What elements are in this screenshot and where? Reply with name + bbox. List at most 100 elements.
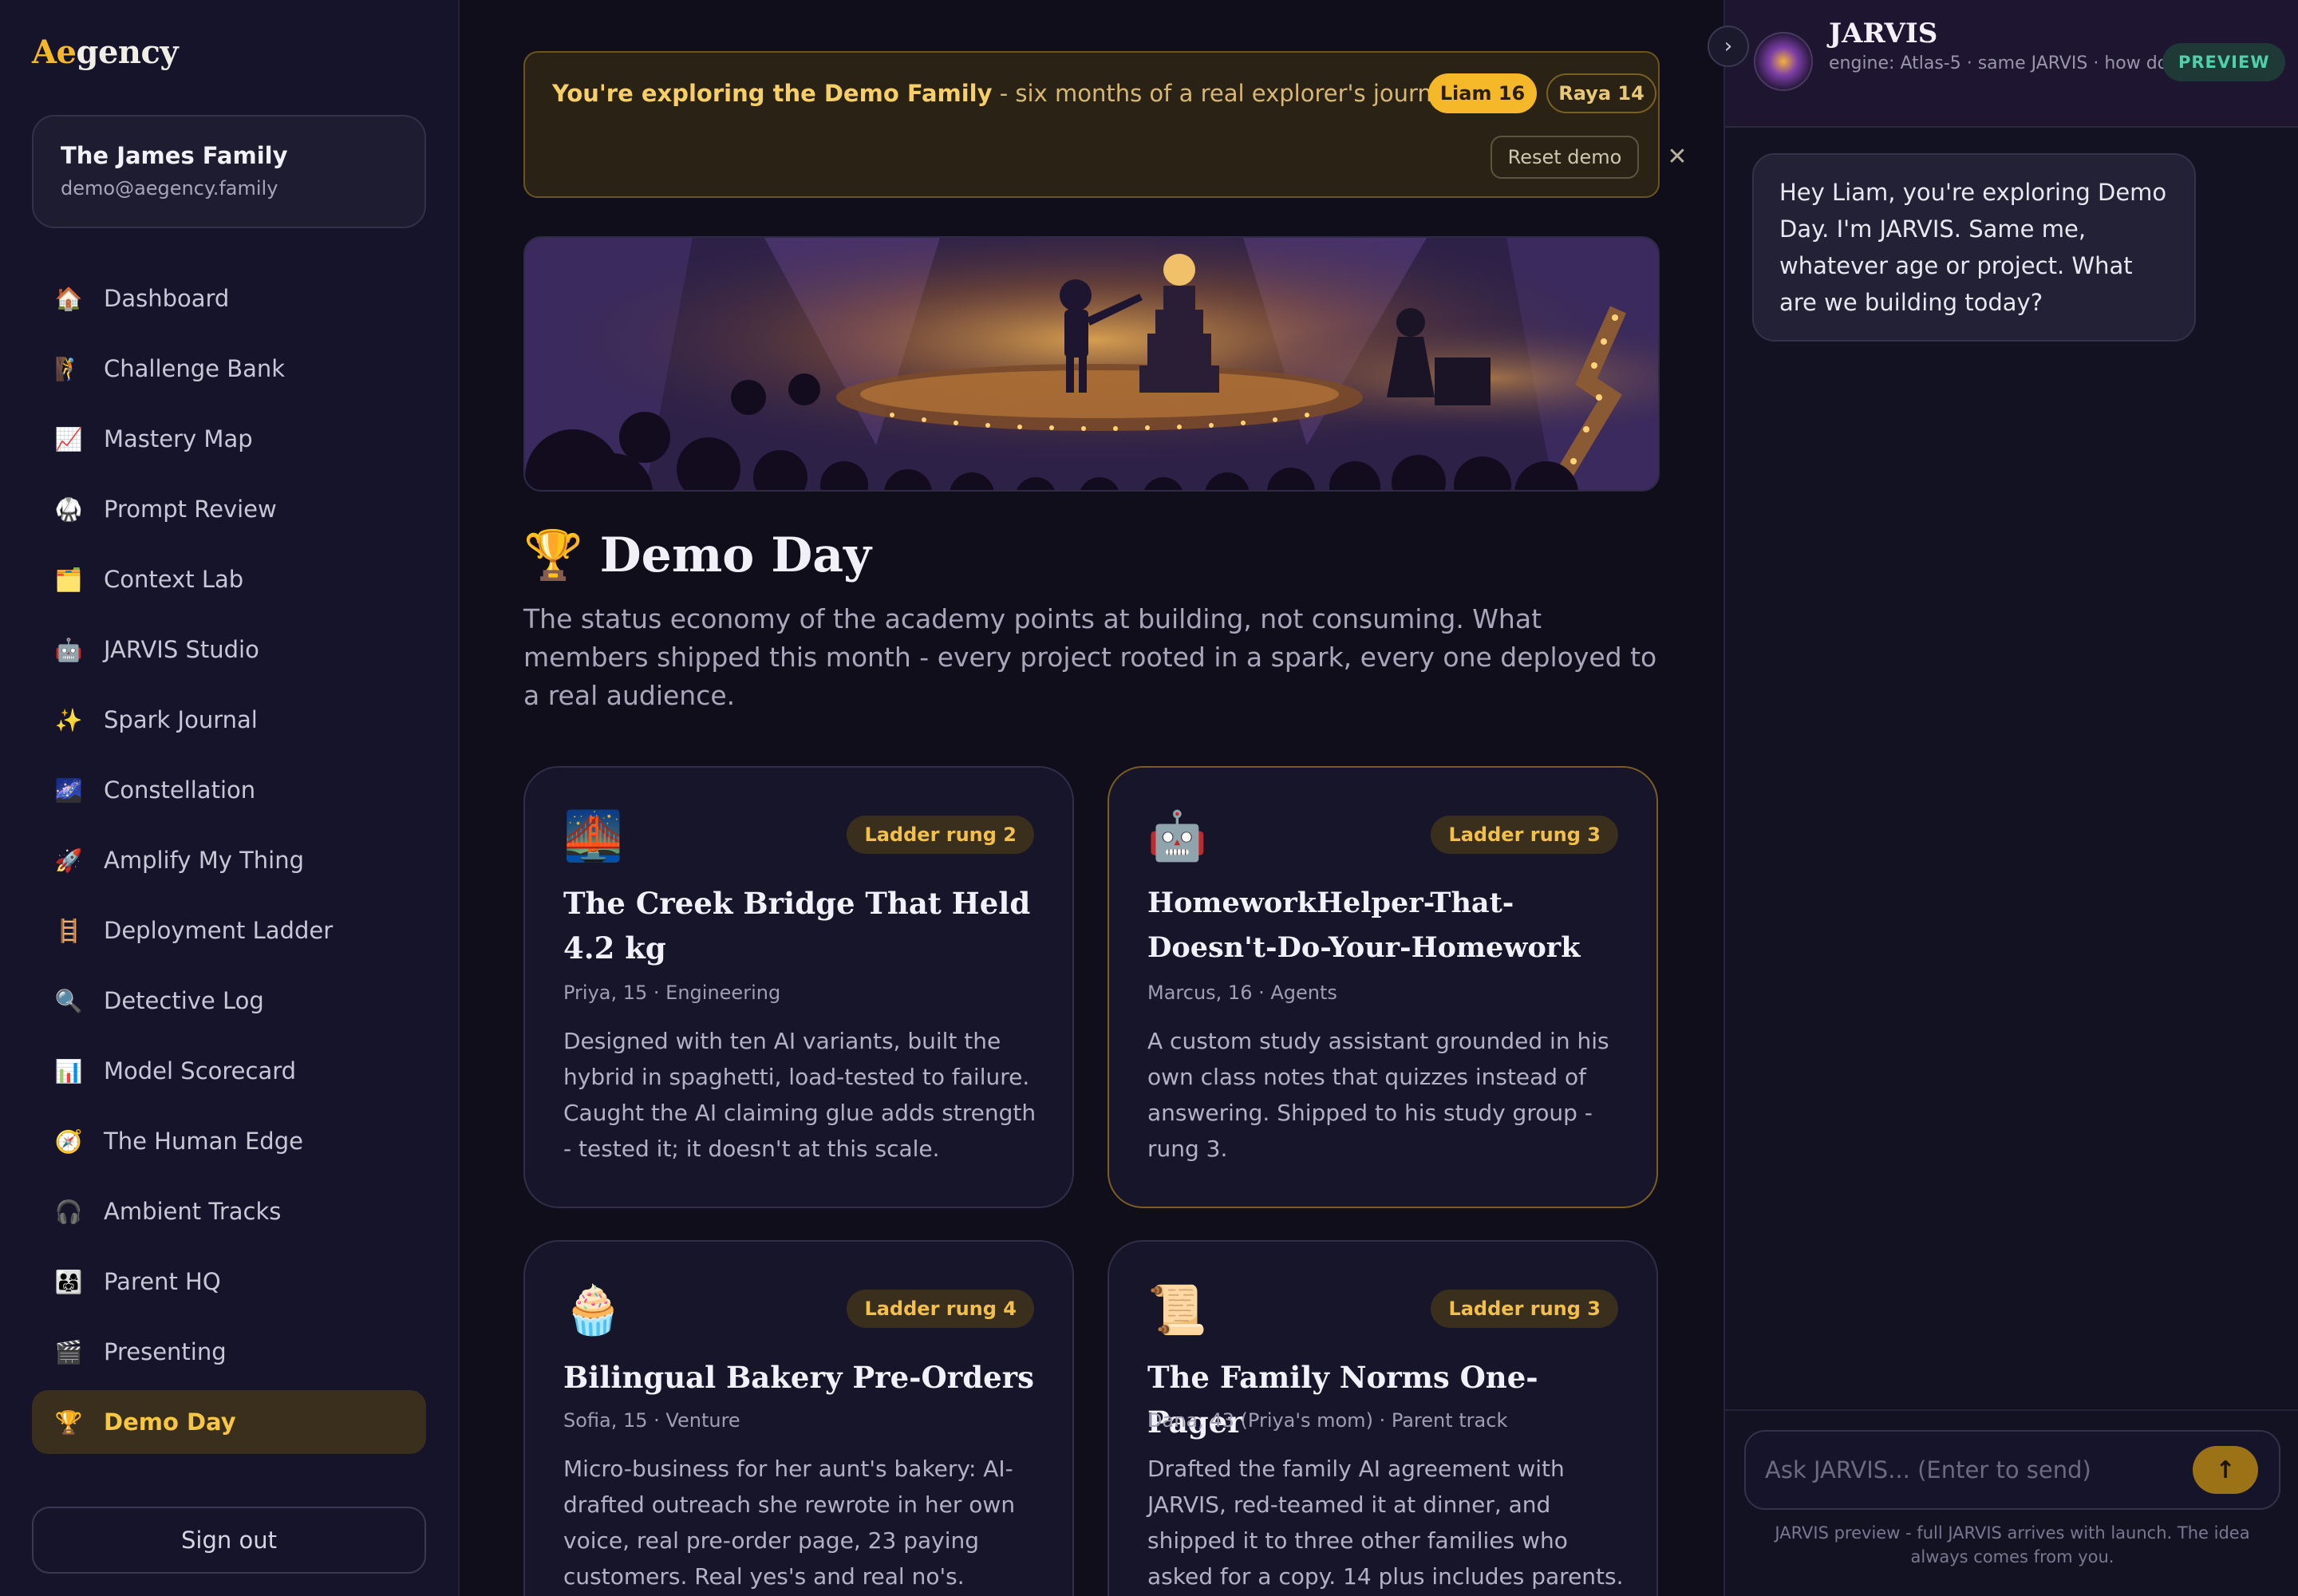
- trophy-icon: 🏆: [523, 527, 583, 583]
- home-icon: 🏠: [54, 285, 83, 312]
- galaxy-icon: 🌌: [54, 776, 83, 804]
- sidebar-item-label: JARVIS Studio: [104, 636, 259, 663]
- profile-pill-raya[interactable]: Raya 14: [1546, 73, 1656, 113]
- sidebar-item-label: Dashboard: [104, 285, 230, 312]
- jarvis-preview-note: JARVIS preview - full JARVIS arrives wit…: [1775, 1523, 2250, 1566]
- chat-divider: [1725, 1409, 2298, 1411]
- hero-illustration: [523, 236, 1660, 492]
- sidebar-item-label: Mastery Map: [104, 425, 253, 452]
- banner-strong-text: You're exploring the Demo Family: [552, 80, 993, 107]
- project-meta: Sofia, 15 · Venture: [563, 1409, 740, 1432]
- profile-pill-liam[interactable]: Liam 16: [1428, 73, 1537, 113]
- sidebar-item-mastery-map[interactable]: 📈 Mastery Map: [32, 407, 426, 471]
- sidebar-item-context-lab[interactable]: 🗂️ Context Lab: [32, 547, 426, 611]
- rocket-icon: 🚀: [54, 847, 83, 874]
- sidebar-item-label: Detective Log: [104, 987, 264, 1014]
- sidebar-item-label: Constellation: [104, 776, 256, 804]
- folder-icon: 🗂️: [54, 566, 83, 593]
- project-description: Designed with ten AI variants, built the…: [563, 1028, 1036, 1162]
- headphones-icon: 🎧: [54, 1198, 83, 1225]
- sidebar-item-label: Parent HQ: [104, 1268, 221, 1295]
- sidebar-item-label: Ambient Tracks: [104, 1198, 282, 1225]
- project-meta: Marcus, 16 · Agents: [1147, 982, 1337, 1004]
- robot-icon: 🤖: [54, 636, 83, 663]
- family-name: The James Family: [61, 142, 288, 169]
- sidebar-item-jarvis-studio[interactable]: 🤖 JARVIS Studio: [32, 618, 426, 681]
- project-description: A custom study assistant grounded in his…: [1147, 1028, 1609, 1162]
- ladder-badge: Ladder rung 2: [847, 816, 1034, 854]
- sidebar-item-label: Deployment Ladder: [104, 917, 334, 944]
- sidebar-item-parent-hq[interactable]: 👨‍👩‍👧 Parent HQ: [32, 1250, 426, 1314]
- sidebar-item-label: Demo Day: [104, 1408, 236, 1436]
- sidebar-item-constellation[interactable]: 🌌 Constellation: [32, 758, 426, 822]
- family-email: demo@aegency.family: [61, 177, 278, 200]
- jarvis-avatar: [1754, 32, 1813, 91]
- main-content: You're exploring the Demo Family - six m…: [461, 0, 1724, 1596]
- sidebar-item-label: Context Lab: [104, 566, 244, 593]
- ladder-badge: Ladder rung 4: [847, 1290, 1034, 1328]
- project-card[interactable]: 🌉 Ladder rung 2 The Creek Bridge That He…: [523, 766, 1074, 1208]
- sidebar-item-ambient-tracks[interactable]: 🎧 Ambient Tracks: [32, 1179, 426, 1243]
- project-description: Micro-business for her aunt's bakery: AI…: [563, 1456, 1016, 1590]
- sidebar-item-challenge-bank[interactable]: 🧗 Challenge Bank: [32, 337, 426, 401]
- project-meta: Dana, 43 (Priya's mom) · Parent track: [1147, 1409, 1508, 1432]
- page-subtitle: The status economy of the academy points…: [523, 603, 1657, 711]
- send-icon[interactable]: ↑: [2193, 1446, 2258, 1494]
- project-card[interactable]: 📜 Ladder rung 3 The Family Norms One-Pag…: [1108, 1240, 1658, 1596]
- stage-illustration: [525, 238, 1658, 490]
- reset-demo-button[interactable]: Reset demo: [1491, 136, 1639, 179]
- sidebar-item-deployment-ladder[interactable]: 🪜 Deployment Ladder: [32, 899, 426, 962]
- page-title-text: Demo Day: [599, 527, 871, 583]
- sidebar: Aegency The James Family demo@aegency.fa…: [0, 0, 460, 1596]
- martial-arts-icon: 🥋: [54, 496, 83, 523]
- bridge-icon: 🌉: [563, 808, 623, 864]
- bar-chart-icon: 📊: [54, 1057, 83, 1084]
- sidebar-item-model-scorecard[interactable]: 📊 Model Scorecard: [32, 1039, 426, 1103]
- project-title: HomeworkHelper-That-Doesn't-Do-Your-Home…: [1147, 887, 1581, 964]
- jarvis-message: Hey Liam, you're exploring Demo Day. I'm…: [1752, 153, 2196, 342]
- sidebar-item-dashboard[interactable]: 🏠 Dashboard: [32, 267, 426, 330]
- sign-out-button[interactable]: Sign out: [32, 1507, 426, 1574]
- banner-text: You're exploring the Demo Family - six m…: [552, 80, 1460, 107]
- sidebar-item-label: The Human Edge: [104, 1128, 303, 1155]
- cupcake-icon: 🧁: [563, 1282, 623, 1338]
- sidebar-item-demo-day[interactable]: 🏆 Demo Day: [32, 1390, 426, 1454]
- sidebar-item-label: Challenge Bank: [104, 355, 286, 382]
- project-card[interactable]: 🤖 Ladder rung 3 HomeworkHelper-That-Does…: [1108, 766, 1658, 1208]
- project-title: The Creek Bridge That Held 4.2 kg: [563, 886, 1031, 966]
- sidebar-item-label: Model Scorecard: [104, 1057, 297, 1084]
- project-description: Drafted the family AI agreement with JAR…: [1147, 1456, 1624, 1590]
- sparkles-icon: ✨: [54, 706, 83, 733]
- sidebar-item-prompt-review[interactable]: 🥋 Prompt Review: [32, 477, 426, 541]
- compass-icon: 🧭: [54, 1128, 83, 1155]
- sidebar-item-label: Spark Journal: [104, 706, 258, 733]
- sidebar-item-the-human-edge[interactable]: 🧭 The Human Edge: [32, 1109, 426, 1173]
- ladder-icon: 🪜: [54, 917, 83, 944]
- sidebar-item-detective-log[interactable]: 🔍 Detective Log: [32, 969, 426, 1033]
- account-card[interactable]: The James Family demo@aegency.family: [32, 115, 426, 228]
- app-logo[interactable]: Aegency: [32, 34, 179, 71]
- sidebar-item-amplify-my-thing[interactable]: 🚀 Amplify My Thing: [32, 828, 426, 892]
- sidebar-item-label: Amplify My Thing: [104, 847, 305, 874]
- banner-rest-text: - six months of a real explorer's journe…: [992, 80, 1460, 107]
- chart-icon: 📈: [54, 425, 83, 452]
- sidebar-item-label: Presenting: [104, 1338, 227, 1365]
- project-card[interactable]: 🧁 Ladder rung 4 Bilingual Bakery Pre-Ord…: [523, 1240, 1074, 1596]
- scroll-icon: 📜: [1147, 1282, 1207, 1338]
- trophy-icon: 🏆: [54, 1408, 83, 1436]
- sidebar-item-spark-journal[interactable]: ✨ Spark Journal: [32, 688, 426, 752]
- close-icon[interactable]: ✕: [1661, 139, 1693, 174]
- sidebar-item-presenting[interactable]: 🎬 Presenting: [32, 1320, 426, 1384]
- ladder-badge: Ladder rung 3: [1431, 816, 1618, 854]
- sidebar-nav: 🏠 Dashboard 🧗 Challenge Bank 📈 Mastery Map 🥋 Pr…: [32, 267, 426, 1460]
- sidebar-item-label: Prompt Review: [104, 496, 277, 523]
- jarvis-name: JARVIS: [1829, 18, 1938, 49]
- robot-icon: 🤖: [1147, 808, 1207, 864]
- jarvis-panel: › JARVIS engine: Atlas-5 · same JARVIS ·…: [1708, 0, 2298, 1596]
- clapper-icon: 🎬: [54, 1338, 83, 1365]
- page-title: 🏆 Demo Day: [523, 527, 871, 583]
- ladder-badge: Ladder rung 3: [1431, 1290, 1618, 1328]
- chevron-right-icon[interactable]: ›: [1708, 26, 1749, 67]
- logo-prefix: Ae: [32, 34, 77, 71]
- project-title: Bilingual Bakery Pre-Orders: [563, 1360, 1034, 1395]
